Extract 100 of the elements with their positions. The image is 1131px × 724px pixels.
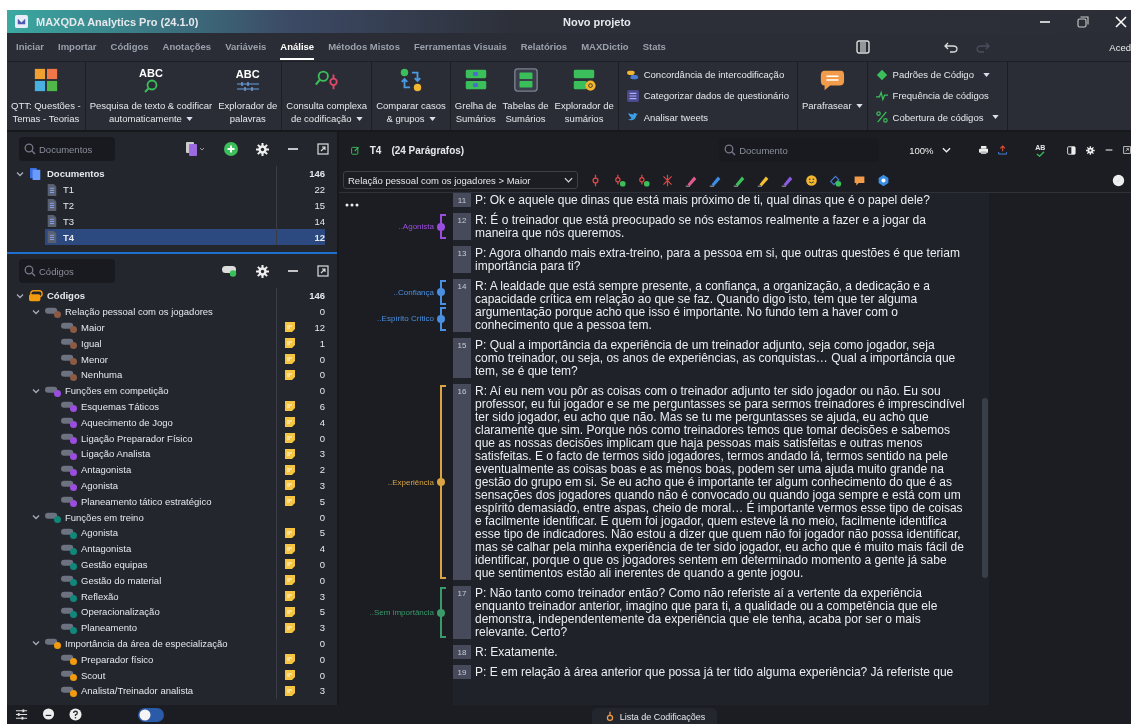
columns-icon[interactable]: [855, 40, 870, 54]
zoom-dropdown[interactable]: 100%: [903, 143, 957, 157]
memo-icon[interactable]: [284, 669, 296, 681]
emoji-icon[interactable]: [805, 173, 818, 187]
memo-icon[interactable]: [284, 653, 296, 666]
ribbon-button[interactable]: Tabelas de Sumários: [499, 62, 552, 130]
coding-bracket[interactable]: [440, 306, 446, 331]
ribbon-button[interactable]: Concordância de intercodificação: [624, 67, 791, 82]
memo-icon[interactable]: [284, 432, 296, 445]
add-icon[interactable]: [224, 142, 238, 156]
coding-label[interactable]: ..Sem importância: [369, 608, 434, 617]
code-icon[interactable]: [589, 173, 602, 187]
restore-icon[interactable]: [1077, 15, 1089, 28]
coding-bracket[interactable]: [440, 587, 446, 638]
panel-icon[interactable]: [1067, 143, 1077, 157]
settings-icon[interactable]: [256, 264, 269, 278]
memo-icon[interactable]: [284, 368, 296, 381]
access-label[interactable]: Aced: [1109, 41, 1131, 53]
coding-bracket[interactable]: [440, 280, 446, 305]
settings-icon[interactable]: [256, 142, 269, 156]
code-row[interactable]: Igual 1: [7, 335, 325, 352]
toggle-switch[interactable]: [138, 707, 164, 722]
coding-label[interactable]: ..Experiência: [387, 477, 434, 487]
pop-out-icon[interactable]: [317, 265, 329, 277]
ribbon-button[interactable]: Consulta complexa de codificação: [283, 62, 371, 130]
memo-icon[interactable]: [284, 590, 296, 603]
close-icon[interactable]: [1115, 15, 1127, 28]
ribbon-tab[interactable]: Códigos: [110, 34, 149, 60]
ribbon-tab[interactable]: MAXDictio: [581, 34, 629, 60]
sliders-icon[interactable]: [15, 708, 28, 721]
code-row[interactable]: Aquecimento de Jogo 4: [7, 414, 325, 431]
code-row[interactable]: Nenhuma 0: [7, 367, 325, 383]
document-row[interactable]: T4 12: [45, 229, 325, 245]
memo-icon[interactable]: [284, 353, 296, 366]
memo-icon[interactable]: [284, 526, 296, 539]
memo-icon[interactable]: [284, 605, 296, 618]
document-search-field[interactable]: Documentos: [19, 137, 115, 161]
settings-icon[interactable]: [1086, 143, 1095, 157]
ribbon-tab[interactable]: Stats: [642, 34, 666, 60]
code-row[interactable]: Ligação Analista 3: [7, 445, 325, 462]
ribbon-button[interactable]: Cobertura de códigos: [873, 110, 1002, 125]
memo-icon[interactable]: [284, 479, 296, 492]
document-row[interactable]: T2 15: [7, 197, 325, 214]
memo-icon[interactable]: [284, 400, 296, 413]
code-row[interactable]: Agonista 3: [7, 477, 325, 494]
coding-bracket[interactable]: [440, 214, 446, 239]
pop-out-icon[interactable]: [317, 143, 329, 155]
coding-label[interactable]: ..Agonista: [398, 222, 434, 231]
code-selector-dropdown[interactable]: Relação pessoal com os jogadores > Maior: [343, 171, 578, 189]
ribbon-button[interactable]: QTT: Questões - Temas - Teorias: [8, 62, 84, 130]
link-add-icon[interactable]: [829, 173, 842, 187]
memo-icon[interactable]: [284, 495, 296, 508]
code-row[interactable]: Funções em competição 0: [7, 382, 325, 399]
memo-icon[interactable]: [284, 463, 296, 476]
memo-icon[interactable]: [284, 321, 296, 334]
ribbon-button[interactable]: Analisar tweets: [624, 110, 791, 125]
code-row[interactable]: Scout 0: [7, 667, 325, 683]
code-row[interactable]: Reflexão 3: [7, 588, 325, 604]
compass-icon[interactable]: [1112, 173, 1125, 187]
code-row[interactable]: Planeamento 3: [7, 619, 325, 636]
code-row[interactable]: Analista/Treinador analista 3: [7, 682, 325, 699]
code-row[interactable]: Antagonista 2: [7, 461, 325, 478]
undo-icon[interactable]: [943, 41, 958, 53]
code-row[interactable]: Preparador físico 0: [7, 651, 325, 668]
help-icon[interactable]: [69, 708, 82, 721]
memo-icon[interactable]: [284, 542, 296, 555]
ribbon-tab[interactable]: Iniciar: [16, 34, 44, 60]
memo-icon[interactable]: [284, 684, 296, 697]
print-icon[interactable]: [978, 143, 988, 157]
coding-label[interactable]: ..Confiança: [393, 287, 434, 297]
ribbon-button[interactable]: Frequência de códigos: [873, 89, 1002, 103]
code-system-row[interactable]: Códigos 146: [7, 288, 325, 304]
export-icon[interactable]: [997, 143, 1008, 157]
code-row[interactable]: Ligação Preparador Físico 0: [7, 430, 325, 446]
chat-icon[interactable]: [42, 708, 55, 721]
code-row[interactable]: Menor 0: [7, 351, 325, 367]
ribbon-button[interactable]: Parafrasear: [798, 62, 866, 130]
ribbon-button[interactable]: Grelha de Sumários: [451, 62, 500, 130]
gem-icon[interactable]: [877, 173, 890, 187]
code-add-icon[interactable]: [613, 173, 626, 187]
ribbon-button[interactable]: ABC Pesquisa de texto & codificar automaticamente: [86, 62, 216, 130]
uncode-icon[interactable]: [661, 173, 674, 187]
ribbon-button[interactable]: Explorador de sumários: [551, 62, 617, 130]
coding-label[interactable]: ..Espírito Crítico: [377, 314, 434, 324]
code-row[interactable]: Operacionalização 5: [7, 603, 325, 620]
code-row[interactable]: Gestão equipas 0: [7, 556, 325, 573]
code-search-field[interactable]: Códigos: [19, 259, 115, 283]
ribbon-tab[interactable]: Relatórios: [520, 34, 568, 60]
ribbon-tab[interactable]: Métodos Mistos: [328, 34, 400, 60]
code-row[interactable]: Maior 12: [7, 319, 325, 336]
code-row[interactable]: Relação pessoal com os jogadores 0: [7, 303, 325, 320]
code-row[interactable]: Antagonista 4: [7, 540, 325, 557]
code-row[interactable]: Importância da área de especialização 0: [7, 635, 325, 652]
code-row[interactable]: Esquemas Táticos 6: [7, 398, 325, 415]
ribbon-button[interactable]: ABC Explorador de palavras: [215, 62, 281, 130]
documents-icon[interactable]: [186, 142, 206, 156]
code-row[interactable]: Agonista 5: [7, 524, 325, 541]
ribbon-tab[interactable]: Importar: [58, 34, 97, 60]
code-tag-icon[interactable]: [222, 265, 238, 277]
document-search-field[interactable]: Documento: [719, 138, 880, 162]
